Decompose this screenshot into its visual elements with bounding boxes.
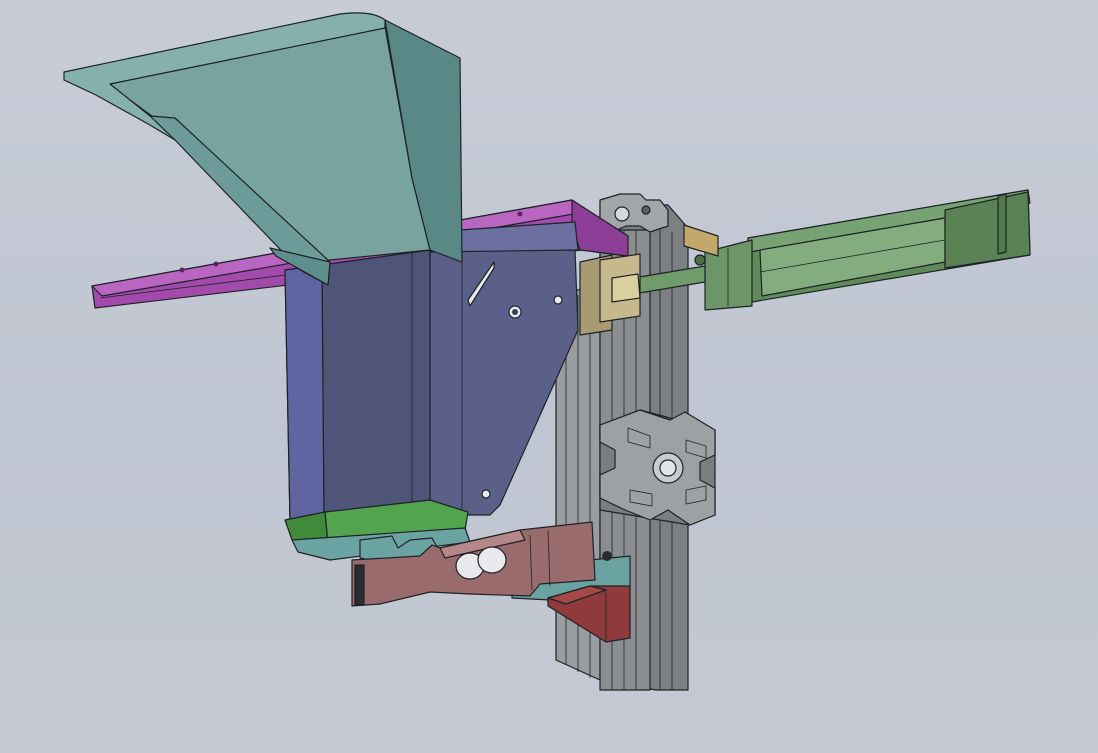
extrusion-cross-section bbox=[599, 409, 716, 526]
hopper bbox=[63, 12, 463, 286]
cad-viewport[interactable] bbox=[0, 0, 1098, 753]
cad-assembly-drawing bbox=[63, 12, 1031, 691]
